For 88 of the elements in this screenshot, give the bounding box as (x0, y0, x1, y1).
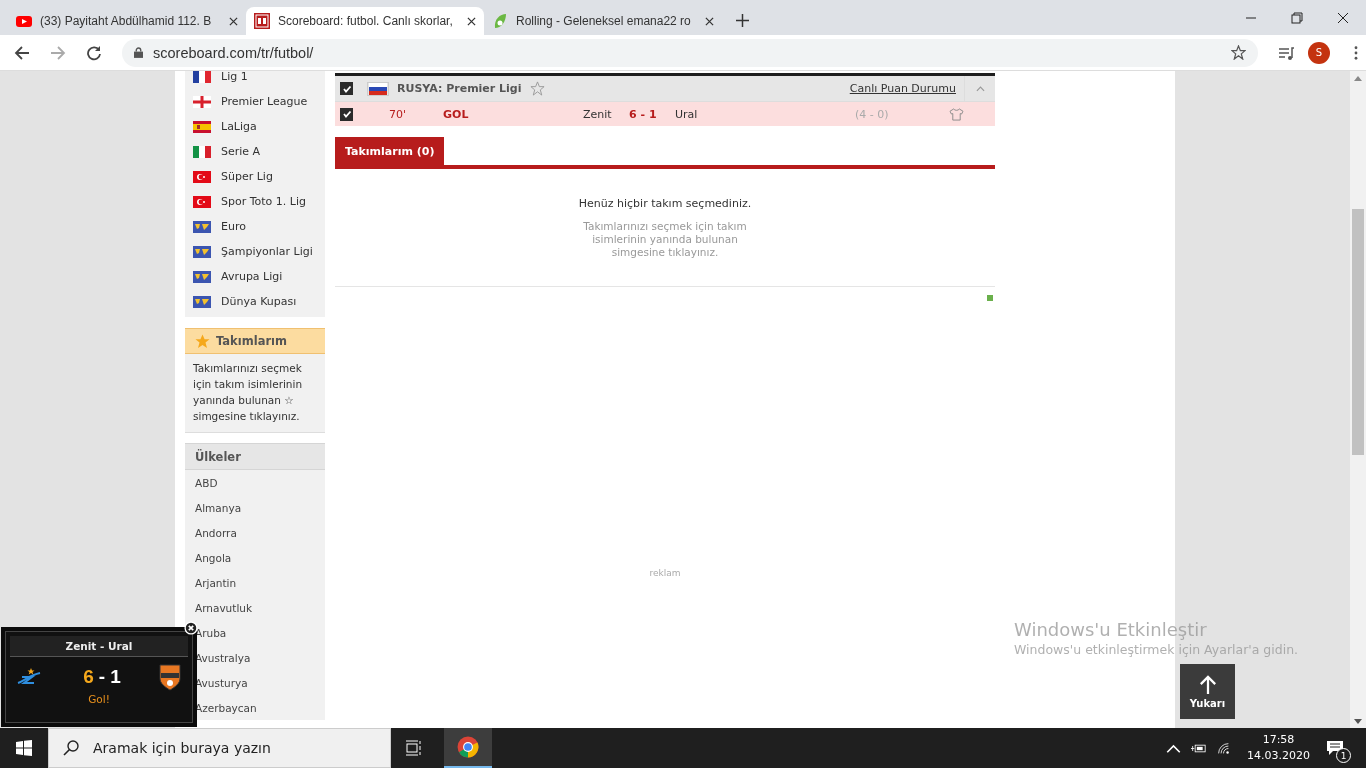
world-map-flag-icon (193, 295, 211, 308)
league-name: RUSYA: Premier Ligi (397, 82, 522, 95)
checkbox[interactable] (340, 82, 353, 95)
my-teams-title: Takımlarım (216, 334, 287, 348)
world-map-flag-icon (193, 270, 211, 283)
task-view-icon[interactable] (406, 740, 422, 756)
close-icon[interactable] (229, 16, 238, 26)
countries-heading: Ülkeler (185, 444, 325, 470)
flag-icon (193, 95, 211, 108)
flag-icon (193, 195, 211, 208)
leaf-icon (492, 13, 508, 29)
menu-icon[interactable] (1354, 45, 1358, 60)
browser-tab[interactable]: Rolling - Geleneksel emana22 ro (484, 7, 722, 35)
my-teams-tab[interactable]: Takımlarım (0) (335, 137, 445, 165)
browser-tab[interactable]: Scoreboard: futbol. Canlı skorlar, (246, 7, 484, 35)
league-link[interactable]: Dünya Kupası (221, 295, 297, 308)
country-link[interactable]: Andorra (185, 520, 325, 545)
league-link[interactable]: Spor Toto 1. Lig (221, 195, 306, 208)
clock-time: 17:58 (1262, 732, 1295, 748)
star-outline-icon[interactable] (529, 81, 545, 96)
home-score: 6 (83, 666, 94, 688)
lock-icon (134, 47, 143, 58)
checkbox[interactable] (340, 107, 353, 121)
back-arrow-icon[interactable] (14, 44, 30, 61)
country-link[interactable]: Arnavutluk (185, 595, 325, 620)
video-play-icon (16, 13, 32, 29)
scroll-down-icon[interactable] (1354, 719, 1362, 724)
match-event: GOL (443, 107, 470, 121)
standings-link[interactable]: Canlı Puan Durumu (849, 82, 956, 95)
close-icon[interactable] (184, 621, 198, 635)
flag-icon (367, 81, 389, 96)
taskbar-search-field[interactable]: Aramak için buraya yazın (48, 728, 391, 768)
browser-logo-icon (457, 736, 479, 758)
shield-logo-icon (158, 663, 182, 691)
flag-icon (193, 145, 211, 158)
popup-title: Zenit - Ural (10, 636, 188, 657)
league-link[interactable]: Avrupa Ligi (221, 270, 283, 283)
back-to-top-button[interactable]: Yukarı (1180, 664, 1235, 719)
search-icon (63, 740, 79, 756)
world-map-flag-icon (193, 220, 211, 233)
chevron-up-icon (975, 85, 985, 92)
away-team: Ural (675, 107, 699, 121)
home-team: Zenit (583, 107, 613, 121)
match-score: 6 - 1 (629, 107, 658, 121)
away-score: 1 (110, 666, 121, 688)
country-link[interactable]: ABD (185, 470, 325, 495)
sb-logo-icon (254, 13, 270, 29)
country-link[interactable]: Arjantin (185, 570, 325, 595)
country-link[interactable]: Angola (185, 545, 325, 570)
scroll-up-icon[interactable] (1354, 76, 1362, 81)
my-teams-hint: Takımlarınızı seçmek için takım isimlerinin yanında bulunan ☆ simgesine tıklayınız. (192, 361, 304, 424)
league-link[interactable]: Süper Lig (221, 170, 273, 183)
league-link[interactable]: Euro (221, 220, 246, 233)
activation-title: Windows'u Etkinleştir (1014, 619, 1208, 640)
new-tab-icon[interactable] (736, 14, 749, 27)
clock-date: 14.03.2020 (1247, 748, 1310, 764)
match-minute: 70' (389, 107, 408, 121)
empty-hint: Takımlarınızı seçmek için takım isimlerinin yanında bulunan simgesine tıklayınız. (582, 220, 748, 259)
league-link[interactable]: Şampiyonlar Ligi (221, 245, 313, 258)
browser-tab[interactable]: (33) Payitaht Abdülhamid 112. B (8, 7, 246, 35)
notification-count: 1 (1336, 748, 1351, 763)
close-icon[interactable] (467, 16, 476, 26)
ad-label: reklam (649, 568, 681, 578)
chrome-taskbar-button[interactable] (444, 728, 492, 768)
close-icon[interactable] (705, 16, 714, 26)
flag-icon (193, 120, 211, 133)
score-separator: - (98, 666, 106, 688)
wifi-icon[interactable] (1216, 741, 1231, 755)
activation-text: Windows'u etkinleştirmek için Ayarlar'a gidin. (1014, 642, 1299, 657)
popup-status: Gol! (87, 693, 111, 705)
ad-marker (987, 295, 993, 301)
star-icon (195, 333, 210, 349)
halftime-score: (4 - 0) (855, 107, 890, 121)
league-link[interactable]: Lig 1 (221, 71, 248, 83)
bookmark-star-icon[interactable] (1231, 45, 1246, 60)
league-link[interactable]: Serie A (221, 145, 261, 158)
reload-icon[interactable] (86, 44, 102, 61)
scrollbar-thumb[interactable] (1352, 209, 1364, 455)
empty-message: Henüz hiçbir takım seçmediniz. (578, 197, 752, 210)
flag-icon (193, 170, 211, 183)
media-queue-icon[interactable] (1278, 44, 1294, 61)
up-arrow-icon (1198, 674, 1217, 695)
profile-avatar[interactable]: S (1308, 41, 1330, 64)
address-field[interactable]: scoreboard.com/tr/futbol/ (122, 38, 1258, 67)
league-link[interactable]: Premier League (221, 95, 308, 108)
league-link[interactable]: LaLiga (221, 120, 257, 133)
world-map-flag-icon (193, 245, 211, 258)
country-link[interactable]: Almanya (185, 495, 325, 520)
